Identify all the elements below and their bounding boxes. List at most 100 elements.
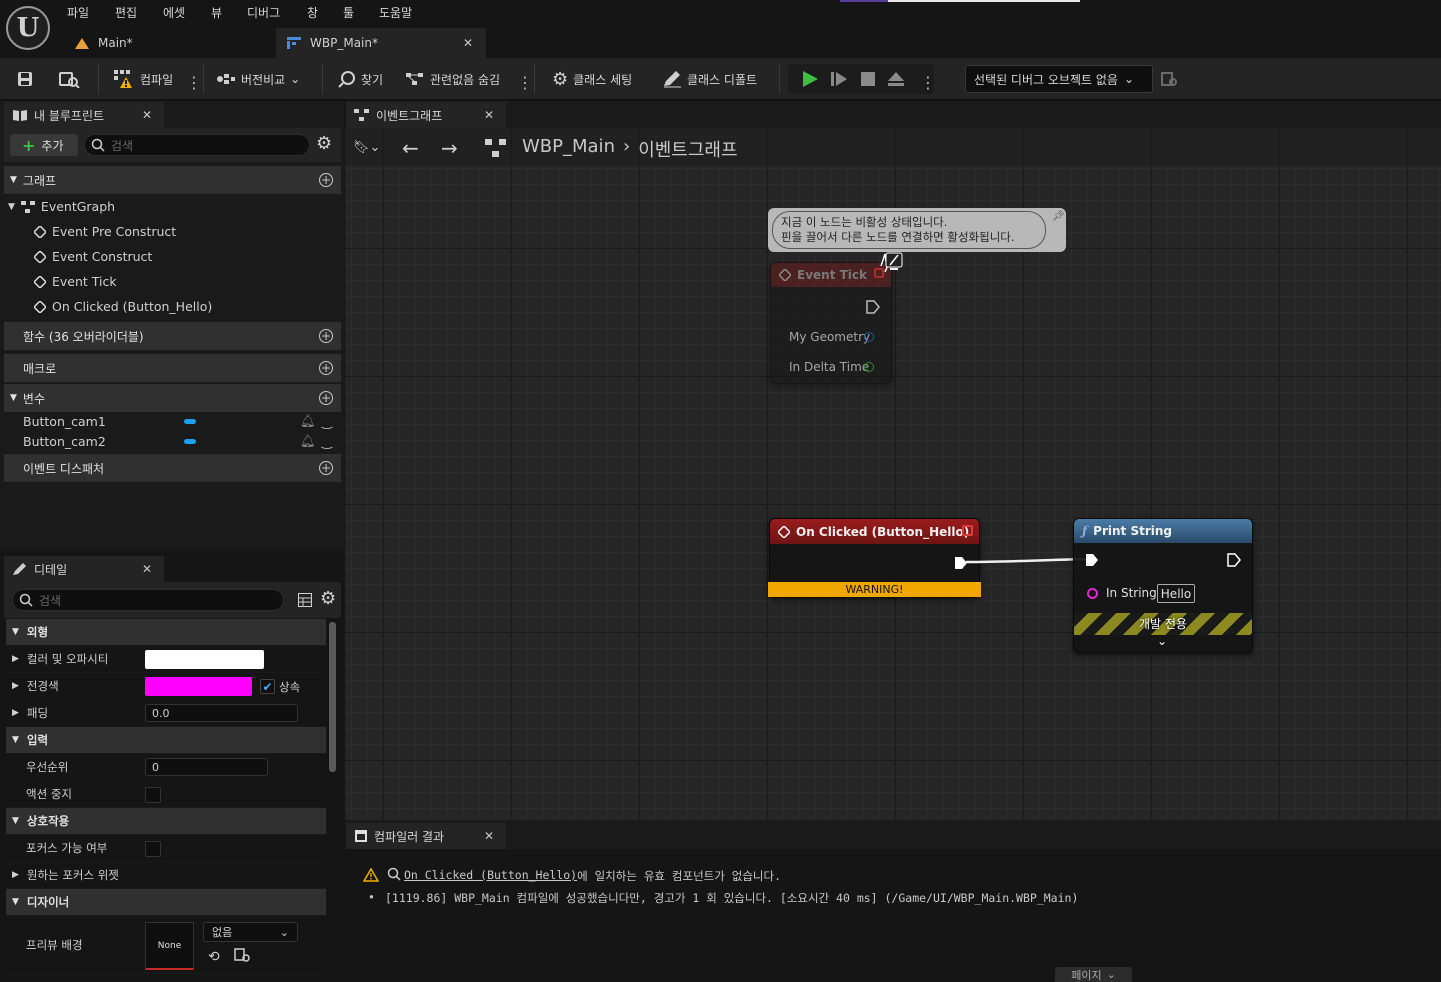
prop-desired-focus[interactable]: ▶ 원하는 포커스 위젯 <box>6 862 326 889</box>
menu-debug[interactable]: 디버그 <box>247 4 280 21</box>
pin-comment-icon[interactable]: 📌︎ <box>1052 211 1065 222</box>
settings-gear-icon[interactable]: ⚙ <box>320 590 336 608</box>
menu-help[interactable]: 도움말 <box>379 4 412 21</box>
hide-unrelated-options-icon[interactable]: ⋮ <box>517 70 533 96</box>
add-function-icon[interactable]: + <box>319 329 333 343</box>
tree-on-clicked[interactable]: On Clicked (Button_Hello) <box>34 294 212 319</box>
add-graph-icon[interactable]: + <box>319 173 333 187</box>
struct-pin-icon[interactable] <box>864 332 874 342</box>
details-search-input[interactable]: 검색 <box>12 589 284 611</box>
tab-details[interactable]: 디테일 ✕ <box>4 556 164 582</box>
bookmark-icon[interactable]: 🔖︎⌄ <box>353 140 380 155</box>
section-variables[interactable]: ▼ 변수 + <box>4 384 341 412</box>
warning-text: 에 일치하는 유효 컴포넌트가 없습니다. <box>577 869 781 883</box>
category-designer[interactable]: ▼ 디자이너 <box>6 889 326 916</box>
focusable-checkbox[interactable] <box>145 841 161 857</box>
menu-edit[interactable]: 편집 <box>115 4 137 21</box>
exec-out-pin-icon[interactable] <box>866 300 880 314</box>
use-selected-icon[interactable]: ⟲ <box>208 949 220 965</box>
eye-closed-icon[interactable]: ‿ <box>322 414 332 429</box>
section-functions[interactable]: 함수 (36 오버라이더블) + <box>4 322 341 350</box>
close-icon[interactable]: ✕ <box>142 108 152 122</box>
color-swatch-magenta[interactable] <box>145 677 252 696</box>
add-macro-icon[interactable]: + <box>319 361 333 375</box>
tab-compiler-results[interactable]: 컴파일러 결과 ✕ <box>346 823 506 849</box>
menu-window[interactable]: 창 <box>307 4 318 21</box>
add-variable-icon[interactable]: + <box>319 391 333 405</box>
play-options-icon[interactable]: ⋮ <box>920 70 936 96</box>
color-swatch-white[interactable] <box>145 650 264 669</box>
my-blueprint-search-input[interactable]: 검색 <box>84 134 310 156</box>
preview-bg-dropdown[interactable]: 없음 ⌄ <box>203 922 298 942</box>
variable-row[interactable]: Button_cam1 🔔︎ ‿ <box>23 410 341 432</box>
menu-view[interactable]: 뷰 <box>211 4 222 21</box>
category-interaction[interactable]: ▼ 상호작용 <box>6 808 326 835</box>
class-settings-button[interactable]: ⚙ 클래스 세팅 <box>552 66 632 92</box>
category-appearance[interactable]: ▼ 외형 <box>6 619 326 646</box>
diff-button[interactable]: 버전비교 ⌄ <box>216 66 300 92</box>
tab-wbp-main[interactable]: WBP_Main* ✕ <box>276 28 486 58</box>
add-dispatcher-icon[interactable]: + <box>319 461 333 475</box>
close-icon[interactable]: ✕ <box>463 36 473 50</box>
exec-in-pin-icon[interactable] <box>1085 553 1099 567</box>
debug-browse-button[interactable] <box>1160 66 1180 92</box>
play-button[interactable] <box>800 66 820 92</box>
warning-node-link[interactable]: On Clicked (Button_Hello) <box>404 868 577 884</box>
preview-bg-thumbnail[interactable]: None <box>145 922 194 970</box>
stop-button[interactable] <box>858 66 878 92</box>
stop-action-checkbox[interactable] <box>145 787 161 803</box>
section-event-dispatchers[interactable]: 이벤트 디스패처 + <box>4 454 341 482</box>
play-icon <box>800 69 820 89</box>
find-button[interactable]: 찾기 <box>338 66 383 92</box>
close-icon[interactable]: ✕ <box>142 562 152 576</box>
unreal-logo-icon[interactable]: U <box>6 6 50 50</box>
tab-event-graph[interactable]: 이벤트그래프 ✕ <box>346 102 506 128</box>
hide-unrelated-button[interactable]: 관련없음 숨김 <box>405 66 500 92</box>
priority-input[interactable]: 0 <box>145 758 268 776</box>
table-view-icon[interactable] <box>298 593 312 607</box>
exec-out-pin-icon[interactable] <box>1227 553 1241 567</box>
tree-event-pre-construct[interactable]: Event Pre Construct <box>34 219 176 244</box>
close-icon[interactable]: ✕ <box>484 108 494 122</box>
page-dropdown[interactable]: 페이지 ⌄ <box>1055 967 1132 982</box>
tree-event-graph[interactable]: ▼ EventGraph <box>8 194 115 219</box>
tree-event-tick[interactable]: Event Tick <box>34 269 117 294</box>
menu-asset[interactable]: 에셋 <box>163 4 185 21</box>
menu-tools[interactable]: 툴 <box>343 4 354 21</box>
forward-arrow-icon[interactable]: → <box>441 136 458 160</box>
details-scrollbar[interactable] <box>329 622 336 772</box>
in-string-input[interactable]: Hello <box>1157 584 1195 603</box>
compile-options-icon[interactable]: ⋮ <box>186 70 202 96</box>
compile-button[interactable]: 컴파일 <box>113 66 173 92</box>
section-macros[interactable]: 매크로 + <box>4 354 341 382</box>
section-graphs[interactable]: ▼ 그래프 + <box>4 166 341 194</box>
inherit-checkbox[interactable]: ✔ <box>260 679 275 694</box>
eye-closed-icon[interactable]: ‿ <box>322 434 332 449</box>
bell-icon[interactable]: 🔔︎ <box>300 433 316 449</box>
back-arrow-icon[interactable]: ← <box>402 136 419 160</box>
settings-gear-icon[interactable]: ⚙ <box>316 135 332 153</box>
tree-event-construct[interactable]: Event Construct <box>34 244 152 269</box>
step-button[interactable] <box>829 66 849 92</box>
float-pin-icon[interactable] <box>864 362 874 372</box>
browse-button[interactable] <box>58 66 80 92</box>
browse-icon[interactable] <box>234 948 252 964</box>
variable-row[interactable]: Button_cam2 🔔︎ ‿ <box>23 430 341 452</box>
debug-object-dropdown[interactable]: 선택된 디버그 오브젝트 없음 ⌄ <box>965 65 1153 93</box>
delegate-pin-icon[interactable] <box>962 525 973 536</box>
eject-button[interactable] <box>886 66 906 92</box>
tab-my-blueprint[interactable]: 내 블루프린트 ✕ <box>4 102 164 128</box>
add-button[interactable]: + 추가 <box>10 134 78 156</box>
category-input[interactable]: ▼ 입력 <box>6 727 326 754</box>
class-defaults-button[interactable]: 클래스 디폴트 <box>662 66 757 92</box>
breadcrumb-root[interactable]: WBP_Main <box>522 136 615 162</box>
padding-input[interactable]: 0.0 <box>145 704 298 722</box>
tab-main[interactable]: Main* <box>62 28 272 58</box>
expand-node-icon[interactable]: ⌄ <box>1157 634 1167 648</box>
save-button[interactable] <box>16 66 34 92</box>
bell-icon[interactable]: 🔔︎ <box>300 413 316 429</box>
close-icon[interactable]: ✕ <box>484 829 494 843</box>
search-icon[interactable] <box>387 867 401 881</box>
string-pin-icon[interactable] <box>1087 588 1098 599</box>
menu-file[interactable]: 파일 <box>67 4 89 21</box>
